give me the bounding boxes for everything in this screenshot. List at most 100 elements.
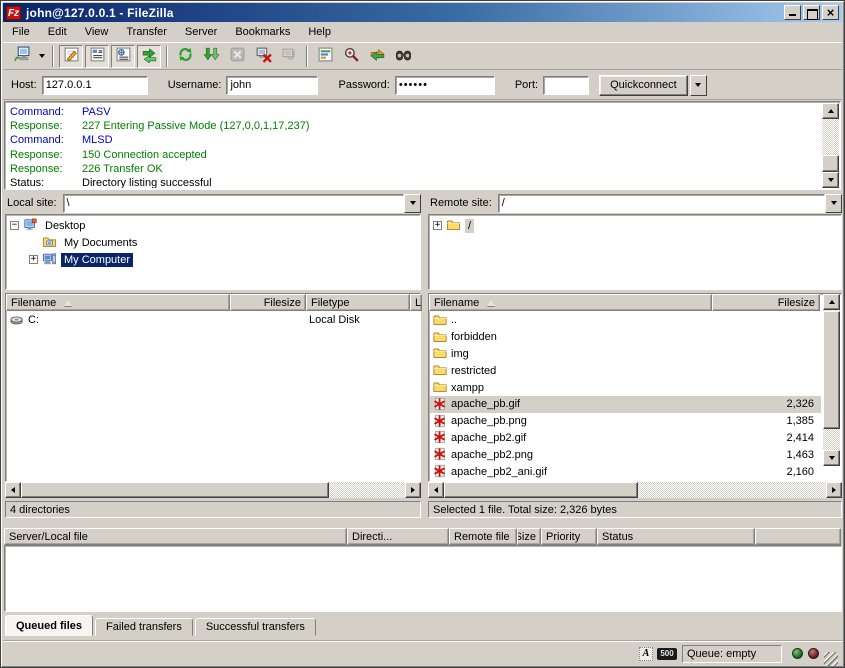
log-line-label: Command: <box>10 105 82 119</box>
scroll-up-button[interactable] <box>822 103 839 119</box>
reconnect-button[interactable] <box>277 45 301 68</box>
toggle-remote-tree-button[interactable] <box>111 45 135 68</box>
maximize-button[interactable] <box>803 5 820 20</box>
cancel-button[interactable] <box>225 45 249 68</box>
remote-hscrollbar[interactable] <box>428 482 842 498</box>
scroll-down-button[interactable] <box>823 450 840 466</box>
tree-expander[interactable]: − <box>10 221 19 230</box>
minimize-button[interactable] <box>784 5 801 20</box>
scroll-down-button[interactable] <box>822 172 839 188</box>
remote-vscrollbar[interactable] <box>823 294 840 466</box>
resize-grip[interactable] <box>824 652 838 666</box>
toggle-log-button[interactable] <box>59 45 83 68</box>
menu-item-transfer[interactable]: Transfer <box>117 24 176 40</box>
menu-item-file[interactable]: File <box>3 24 39 40</box>
remote-status-text: Selected 1 file. Total size: 2,326 bytes <box>428 501 842 518</box>
file-row-apache-pb2-gif[interactable]: apache_pb2.gif2,414 <box>430 430 821 447</box>
menu-item-help[interactable]: Help <box>299 24 340 40</box>
close-button[interactable] <box>822 5 839 20</box>
toggle-queue-button[interactable] <box>137 45 161 68</box>
column-header-filetype[interactable]: Filetype <box>306 294 410 311</box>
compare-button[interactable] <box>339 45 363 68</box>
menu-item-bookmarks[interactable]: Bookmarks <box>226 24 299 40</box>
column-header-filesize[interactable]: Filesize <box>230 294 306 311</box>
scroll-left-button[interactable] <box>5 482 21 498</box>
column-header-l[interactable]: L <box>410 294 422 311</box>
column-header-filename[interactable]: Filename <box>6 294 230 311</box>
queue-column-size[interactable]: Size <box>517 528 541 545</box>
queue-column-priority[interactable]: Priority <box>541 528 597 545</box>
queue-column-server-local-file[interactable]: Server/Local file <box>4 528 347 545</box>
queue-column-label: Server/Local file <box>9 531 88 543</box>
scroll-thumb[interactable] <box>444 482 638 498</box>
tab-successful-transfers[interactable]: Successful transfers <box>195 618 316 636</box>
quickconnect-dropdown-button[interactable] <box>690 75 707 96</box>
file-row-xampp[interactable]: xampp <box>430 379 821 396</box>
column-header-label: L <box>415 297 421 309</box>
process-queue-button[interactable] <box>199 45 223 68</box>
file-row-forbidden[interactable]: forbidden <box>430 329 821 346</box>
tree-expander[interactable]: + <box>29 255 38 264</box>
tree-item-my-computer[interactable]: +My Computer <box>10 251 420 268</box>
site-manager-button[interactable] <box>10 45 34 68</box>
filename-label: xampp <box>451 382 484 394</box>
menu-item-view[interactable]: View <box>76 24 118 40</box>
filter-button[interactable] <box>313 45 337 68</box>
host-input[interactable] <box>42 76 148 95</box>
password-input[interactable] <box>395 76 495 95</box>
file-row-apache-pb2-png[interactable]: apache_pb2.png1,463 <box>430 446 821 463</box>
file-row-apache-pb2-ani-gif[interactable]: apache_pb2_ani.gif2,160 <box>430 463 821 480</box>
site-manager-dropdown-button[interactable] <box>35 45 48 68</box>
toggle-local-tree-button[interactable] <box>85 45 109 68</box>
tab-failed-transfers[interactable]: Failed transfers <box>95 618 193 636</box>
username-input[interactable] <box>226 76 318 95</box>
column-header-filesize[interactable]: Filesize <box>712 294 820 311</box>
local-site-combo[interactable]: \ <box>63 194 404 213</box>
tree-item--[interactable]: +/ <box>433 217 841 234</box>
menu-item-edit[interactable]: Edit <box>39 24 76 40</box>
local-hscrollbar[interactable] <box>5 482 421 498</box>
log-line-label: Response: <box>10 119 82 133</box>
column-header-label: Filename <box>11 297 56 309</box>
file-row-c-[interactable]: C:Local Disk <box>7 312 419 329</box>
sync-browse-button[interactable] <box>365 45 389 68</box>
tab-queued-files[interactable]: Queued files <box>5 615 93 636</box>
scroll-thumb[interactable] <box>21 482 329 498</box>
port-input[interactable] <box>543 76 589 95</box>
toolbar-separator <box>166 46 168 67</box>
remote-site-label: Remote site: <box>428 197 498 209</box>
file-row--[interactable]: .. <box>430 312 821 329</box>
scroll-left-button[interactable] <box>428 482 444 498</box>
tree-expander[interactable]: + <box>433 221 442 230</box>
toggle-log-icon <box>63 46 80 66</box>
tree-item-desktop[interactable]: −Desktop <box>10 217 420 234</box>
file-row-restricted[interactable]: restricted <box>430 362 821 379</box>
scroll-right-button[interactable] <box>405 482 421 498</box>
local-site-dropdown[interactable] <box>404 194 421 213</box>
log-scrollbar[interactable] <box>822 103 839 188</box>
scroll-up-button[interactable] <box>823 294 840 310</box>
file-row-apache-pb-png[interactable]: apache_pb.png1,385 <box>430 413 821 430</box>
remote-site-dropdown[interactable] <box>825 194 842 213</box>
refresh-button[interactable] <box>173 45 197 68</box>
queue-column-remote-file[interactable]: Remote file <box>449 528 517 545</box>
queue-column-status[interactable]: Status <box>597 528 755 545</box>
menu-item-server[interactable]: Server <box>176 24 226 40</box>
scroll-thumb[interactable] <box>823 311 840 429</box>
quickconnect-bar: Host: Username: Password: Port: Quickcon… <box>3 71 842 100</box>
file-row-apache-pb-gif[interactable]: apache_pb.gif2,326 <box>430 396 821 413</box>
title-bar[interactable]: Fz john@127.0.0.1 - FileZilla <box>3 3 842 22</box>
computer-icon <box>42 252 58 267</box>
find-button[interactable] <box>391 45 415 68</box>
column-header-filename[interactable]: Filename <box>429 294 712 311</box>
remote-site-combo[interactable]: / <box>498 194 825 213</box>
scroll-thumb[interactable] <box>822 155 839 172</box>
arrow-left-icon <box>11 487 15 493</box>
tree-item-my-documents[interactable]: My Documents <box>10 234 420 251</box>
disconnect-button[interactable] <box>251 45 275 68</box>
filename-label: img <box>451 348 469 360</box>
file-row-img[interactable]: img <box>430 346 821 363</box>
quickconnect-button[interactable]: Quickconnect <box>599 75 688 96</box>
queue-column-directi-[interactable]: Directi... <box>347 528 449 545</box>
scroll-right-button[interactable] <box>826 482 842 498</box>
